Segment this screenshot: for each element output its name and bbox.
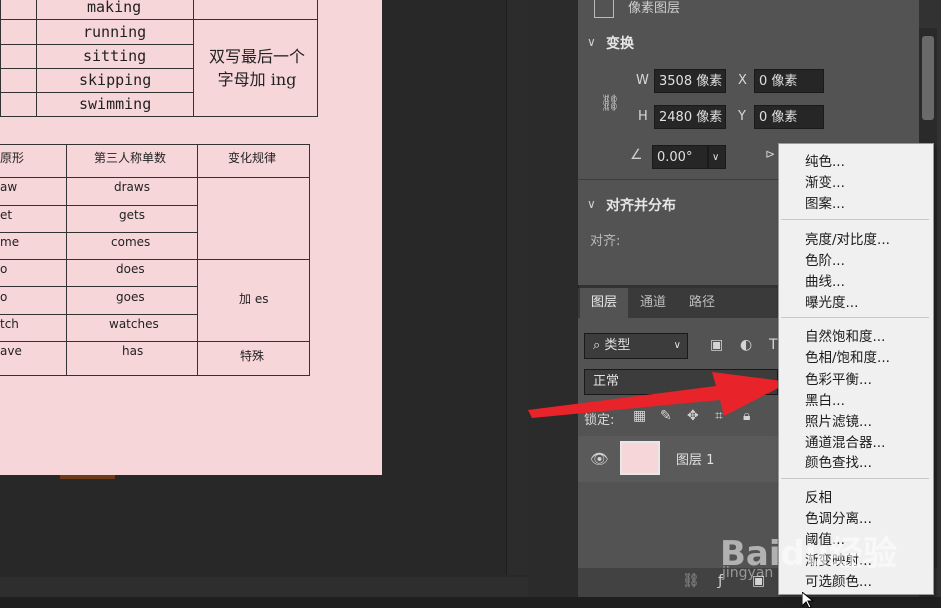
y-label: Y: [738, 109, 746, 124]
panel-dock-column: [528, 0, 579, 597]
layer-filter-select[interactable]: ⌕ 类型 ∨: [584, 333, 688, 359]
menu-item-vibrance[interactable]: 自然饱和度...: [805, 325, 885, 345]
header-rule: 变化规律: [228, 151, 277, 165]
adjustment-filter-icon[interactable]: ◐: [740, 337, 752, 353]
base-cell: et: [0, 208, 13, 222]
width-field[interactable]: 3508 像素: [654, 69, 726, 93]
third-cell: draws: [114, 180, 150, 194]
flip-icon[interactable]: ⊳: [765, 147, 775, 161]
tab-layers[interactable]: 图层: [580, 288, 628, 318]
menu-item-exposure[interactable]: 曝光度...: [805, 291, 858, 311]
word-sitting: sitting: [83, 47, 147, 65]
canvas-vertical-scrollbar[interactable]: [506, 0, 529, 575]
menu-item-black-white[interactable]: 黑白...: [805, 389, 845, 409]
header-base: 原形: [0, 151, 25, 165]
menu-item-pattern[interactable]: 图案...: [805, 192, 845, 212]
base-cell: o: [0, 290, 8, 304]
layer-kind-label: 像素图层: [628, 1, 681, 16]
rule-double-letter: 双写最后一个 字母加 ing: [208, 47, 305, 89]
chevron-down-icon: ∨: [673, 340, 681, 351]
mouse-cursor-icon: [802, 592, 815, 608]
panel-scrollbar-thumb[interactable]: [922, 36, 934, 120]
document-canvas[interactable]: making running sitting skipping swimming…: [0, 0, 382, 475]
image-icon: [594, 0, 614, 18]
eye-icon[interactable]: 👁︎: [590, 450, 609, 468]
status-strip: [0, 597, 941, 608]
image-filter-icon[interactable]: ▣: [710, 337, 723, 353]
menu-separator: [781, 478, 929, 479]
menu-separator: [781, 317, 929, 318]
align-title: 对齐并分布: [606, 198, 676, 214]
third-cell: comes: [111, 235, 151, 249]
rule-es: 加 es: [239, 292, 269, 306]
angle-field[interactable]: 0.00°: [652, 145, 708, 169]
rule-special: 特殊: [240, 349, 265, 363]
red-arrow-annotation: [528, 372, 790, 418]
layer-thumbnail[interactable]: [620, 441, 660, 475]
height-field[interactable]: 2480 像素: [654, 105, 726, 129]
word-swimming: swimming: [79, 95, 152, 113]
word-skipping: skipping: [79, 71, 152, 89]
y-field[interactable]: 0 像素: [754, 105, 824, 129]
header-third-person: 第三人称单数: [94, 151, 167, 165]
menu-item-photo-filter[interactable]: 照片滤镜...: [805, 410, 872, 430]
canvas-area[interactable]: making running sitting skipping swimming…: [0, 0, 528, 608]
menu-item-posterize[interactable]: 色调分离...: [805, 507, 872, 527]
base-cell: tch: [0, 317, 19, 331]
menu-item-hue-saturation[interactable]: 色相/饱和度...: [805, 346, 890, 366]
menu-item-color-balance[interactable]: 色彩平衡...: [805, 368, 872, 388]
tab-paths[interactable]: 路径: [678, 288, 726, 318]
base-cell: me: [0, 235, 20, 249]
menu-item-solid-color[interactable]: 纯色...: [805, 150, 845, 170]
menu-item-levels[interactable]: 色阶...: [805, 249, 845, 269]
x-label: X: [738, 73, 747, 88]
align-label: 对齐:: [590, 234, 621, 249]
menu-item-color-lookup[interactable]: 颜色查找...: [805, 451, 872, 471]
angle-icon: ∠: [630, 147, 643, 163]
chevron-down-icon[interactable]: ∨: [587, 35, 596, 49]
type-filter-icon[interactable]: T: [769, 337, 778, 353]
height-label: H: [638, 109, 648, 124]
third-cell: does: [116, 262, 145, 276]
transform-title: 变换: [606, 36, 634, 52]
canvas-artifact: [60, 475, 115, 479]
base-cell: o: [0, 262, 8, 276]
menu-item-brightness-contrast[interactable]: 亮度/对比度...: [805, 228, 890, 248]
layer-filter-label: 类型: [604, 338, 631, 353]
third-cell: has: [122, 344, 144, 358]
menu-item-invert[interactable]: 反相: [805, 486, 832, 506]
menu-separator: [781, 219, 929, 220]
menu-item-channel-mixer[interactable]: 通道混合器...: [805, 431, 885, 451]
angle-dropdown-chevron-icon[interactable]: ∨: [708, 145, 726, 169]
word-running: running: [83, 23, 147, 41]
chevron-down-icon[interactable]: ∨: [587, 197, 596, 211]
third-cell: gets: [119, 208, 145, 222]
layer-name[interactable]: 图层 1: [676, 449, 714, 468]
width-label: W: [636, 73, 649, 88]
base-cell: aw: [0, 180, 18, 194]
base-cell: ave: [0, 344, 22, 358]
baidu-watermark-url: jingyan: [722, 565, 774, 581]
third-cell: goes: [116, 290, 145, 304]
third-cell: watches: [109, 317, 159, 331]
x-field[interactable]: 0 像素: [754, 69, 824, 93]
menu-item-curves[interactable]: 曲线...: [805, 270, 845, 290]
word-making: making: [87, 0, 142, 16]
link-icon[interactable]: ⛓: [600, 93, 620, 112]
properties-header: 像素图层: [578, 0, 919, 27]
canvas-horizontal-scrollbar[interactable]: [0, 577, 528, 597]
search-icon: ⌕: [593, 338, 601, 353]
link-layers-icon[interactable]: ⛓: [682, 573, 700, 589]
menu-item-gradient[interactable]: 渐变...: [805, 171, 845, 191]
tab-channels[interactable]: 通道: [629, 288, 677, 318]
